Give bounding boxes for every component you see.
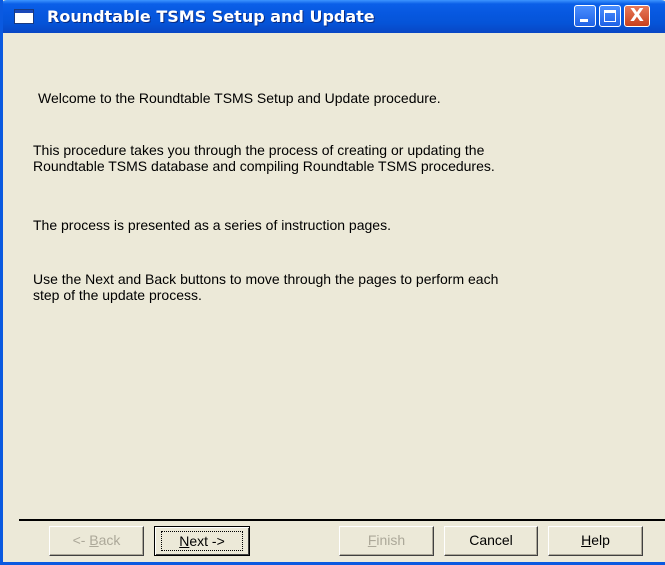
next-button-label: ext -> — [189, 533, 225, 549]
minimize-button[interactable] — [574, 5, 596, 27]
cancel-button-label: Cancel — [469, 532, 513, 548]
maximize-icon — [604, 10, 616, 22]
help-button-label: elp — [591, 532, 610, 548]
setup-window: Roundtable TSMS Setup and Update X Welco… — [0, 0, 665, 565]
finish-button-label: inish — [376, 532, 406, 548]
welcome-text: Welcome to the Roundtable TSMS Setup and… — [38, 90, 441, 106]
back-button-mnemonic: B — [89, 532, 99, 548]
cancel-button[interactable]: Cancel — [444, 526, 538, 556]
close-icon: X — [630, 5, 644, 26]
maximize-button[interactable] — [599, 5, 621, 27]
help-button[interactable]: Help — [548, 526, 643, 556]
next-button-focus-ring: Next -> — [161, 531, 243, 551]
title-bar[interactable]: Roundtable TSMS Setup and Update X — [3, 0, 665, 33]
back-button-prefix: <- — [72, 532, 90, 548]
finish-button[interactable]: Finish — [339, 526, 434, 556]
minimize-icon — [580, 19, 588, 22]
window-app-icon — [14, 9, 34, 24]
back-button-label: ack — [98, 532, 121, 548]
procedure-description: This procedure takes you through the pro… — [33, 142, 495, 174]
next-button-mnemonic: N — [179, 533, 190, 549]
button-separator — [19, 519, 665, 521]
close-button[interactable]: X — [624, 5, 650, 27]
window-title: Roundtable TSMS Setup and Update — [47, 7, 375, 26]
navigation-instructions: Use the Next and Back buttons to move th… — [33, 271, 499, 303]
next-button[interactable]: Next -> — [154, 526, 250, 556]
process-description: The process is presented as a series of … — [33, 217, 391, 233]
help-button-mnemonic: H — [581, 532, 592, 548]
back-button[interactable]: <- Back — [49, 526, 144, 556]
